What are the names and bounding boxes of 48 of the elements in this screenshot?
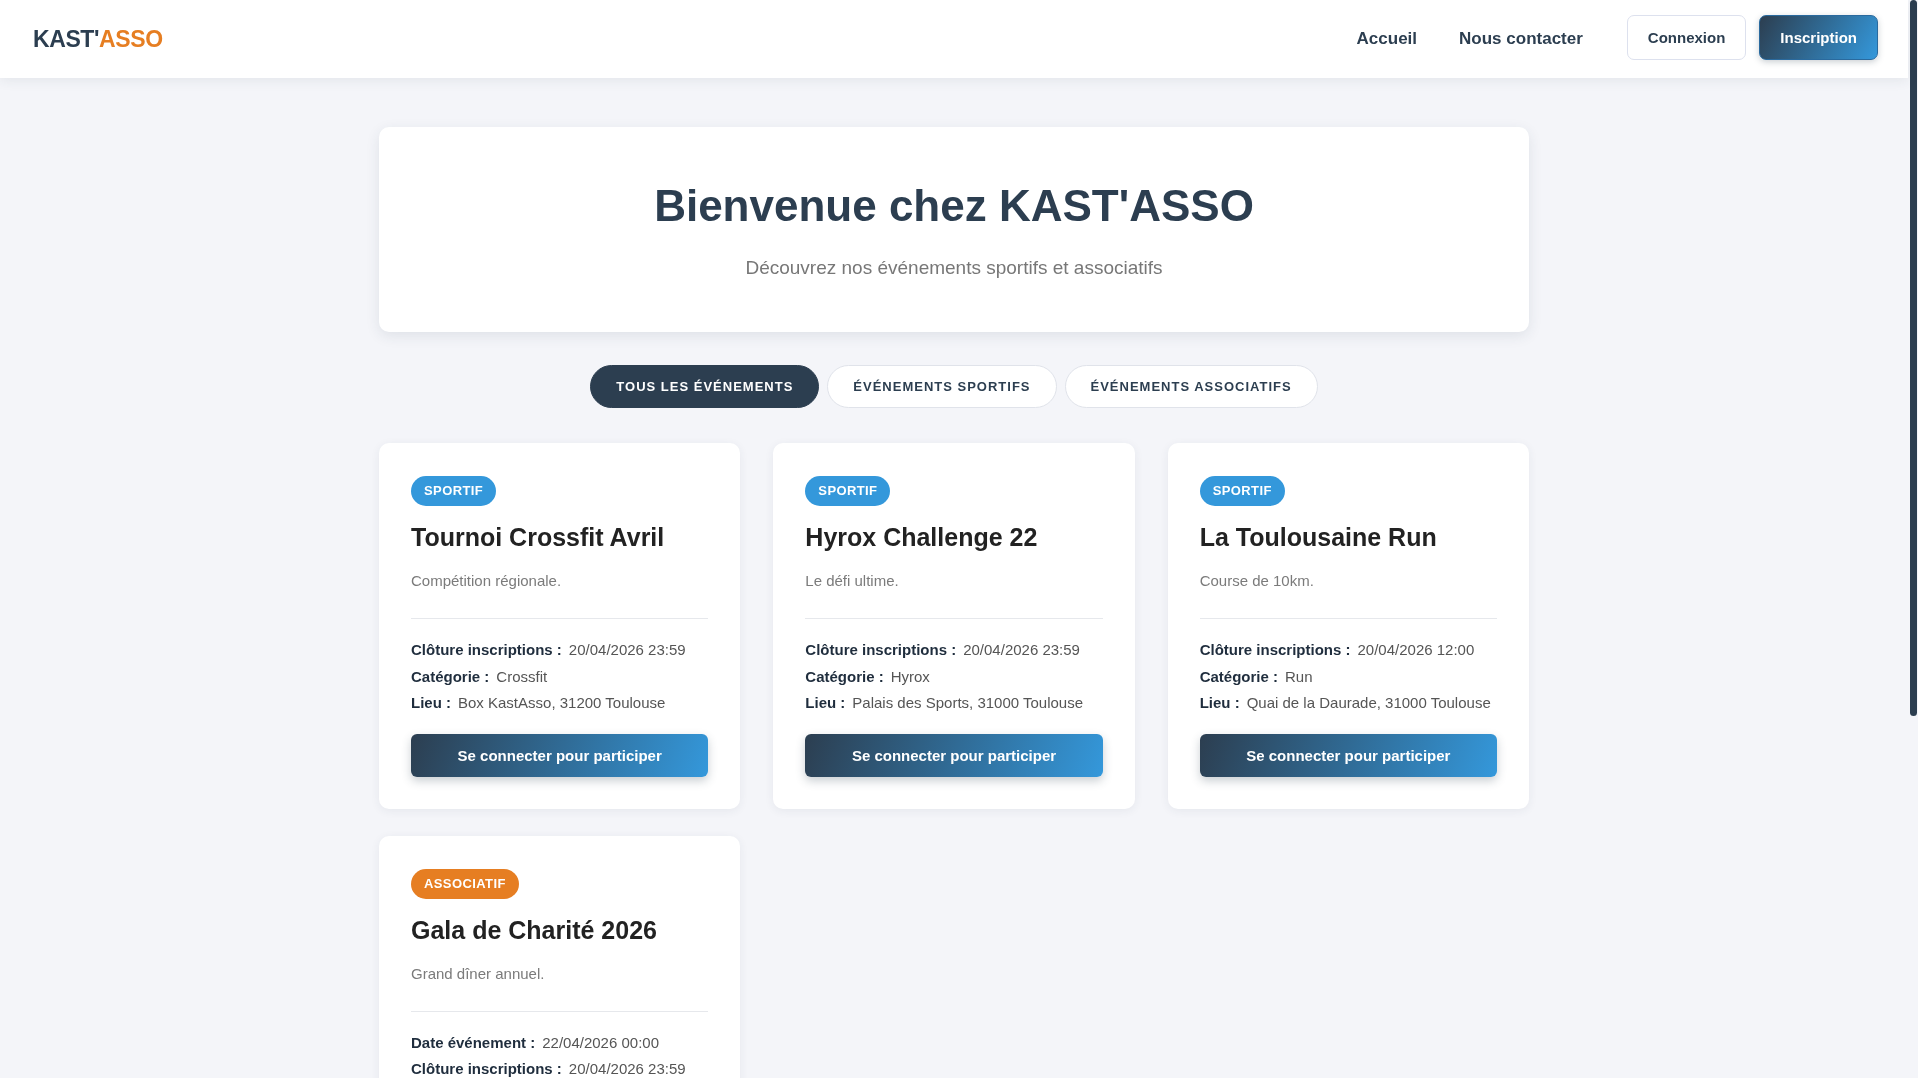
login-button[interactable]: Connexion	[1626, 15, 1747, 60]
detail-value: Run	[1285, 666, 1313, 687]
filter-tab[interactable]: TOUS LES ÉVÉNEMENTS	[590, 365, 820, 408]
detail-value: 20/04/2026 23:59	[568, 1059, 686, 1078]
category-tag: ASSOCIATIF	[411, 868, 519, 899]
filter-tab[interactable]: ÉVÉNEMENTS ASSOCIATIFS	[1064, 365, 1318, 408]
detail-label: Date événement :	[411, 1032, 536, 1053]
category-tag: SPORTIF	[805, 476, 891, 506]
scrollbar-thumb[interactable]	[1910, 0, 1917, 716]
page-title: Bienvenue chez KAST'ASSO	[653, 180, 1255, 232]
event-title: Tournoi Crossfit Avril	[411, 522, 665, 553]
participate-button[interactable]: Se connecter pour participer	[1199, 733, 1497, 777]
participate-button[interactable]: Se connecter pour participer	[411, 733, 709, 777]
detail-label: Clôture inscriptions :	[805, 640, 957, 660]
logo[interactable]: KAST'ASSO	[33, 25, 163, 53]
detail-value: Quai de la Daurade, 31000 Toulouse	[1246, 693, 1491, 713]
signup-button[interactable]: Inscription	[1759, 15, 1878, 60]
filter-tab[interactable]: ÉVÉNEMENTS SPORTIFS	[827, 365, 1057, 408]
detail-label: Clôture inscriptions :	[411, 1059, 562, 1078]
detail-label: Catégorie :	[1199, 666, 1278, 687]
detail-label: Catégorie :	[805, 666, 884, 687]
event-title: La Toulousaine Run	[1199, 522, 1437, 553]
detail-value: 20/04/2026 12:00	[1357, 640, 1475, 660]
event-description: Compétition régionale.	[411, 571, 562, 591]
page-subtitle: Découvrez nos événements sportifs et associatifs	[744, 256, 1164, 280]
category-tag: SPORTIF	[1199, 476, 1285, 506]
event-title: Hyrox Challenge 22	[805, 522, 1038, 553]
event-description: Grand dîner annuel.	[411, 963, 545, 984]
detail-label: Clôture inscriptions :	[411, 640, 562, 660]
nav-link[interactable]: Accueil	[1356, 29, 1418, 49]
detail-label: Clôture inscriptions :	[1199, 640, 1351, 660]
event-description: Le défi ultime.	[805, 571, 899, 591]
event-description: Course de 10km.	[1199, 571, 1314, 591]
detail-label: Lieu :	[1199, 693, 1240, 713]
detail-value: 22/04/2026 00:00	[542, 1032, 659, 1053]
detail-value: 20/04/2026 23:59	[568, 640, 686, 660]
detail-value: Box KastAsso, 31200 Toulouse	[458, 693, 666, 713]
event-title: Gala de Charité 2026	[411, 914, 657, 946]
detail-label: Lieu :	[411, 693, 451, 713]
participate-button[interactable]: Se connecter pour participer	[805, 733, 1103, 777]
nav-link[interactable]: Nous contacter	[1459, 29, 1583, 49]
detail-value: Hyrox	[890, 666, 930, 687]
detail-value: 20/04/2026 23:59	[963, 640, 1080, 660]
detail-value: Palais des Sports, 31000 Toulouse	[852, 693, 1084, 713]
category-tag: SPORTIF	[411, 476, 497, 506]
detail-value: Crossfit	[496, 666, 548, 687]
detail-label: Catégorie :	[411, 666, 490, 687]
detail-label: Lieu :	[805, 693, 846, 713]
